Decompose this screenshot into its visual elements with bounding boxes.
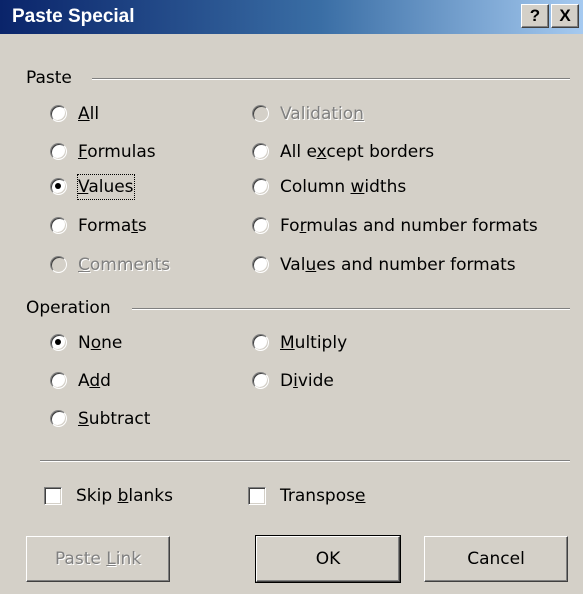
paste-values-radio[interactable]: [50, 178, 67, 195]
paste-column-widths-label: Column widths: [280, 177, 407, 197]
paste-formulas-number-formats-radio[interactable]: [252, 217, 269, 234]
paste-values-number-formats-label: Values and number formats: [280, 255, 516, 275]
paste-formats-radio[interactable]: [50, 217, 67, 234]
operation-group-label: Operation: [26, 298, 117, 318]
separator-line: [40, 460, 570, 462]
operation-none-radio[interactable]: [50, 334, 67, 351]
paste-formats-label: Formats: [78, 216, 147, 236]
paste-formulas-radio[interactable]: [50, 143, 67, 160]
operation-multiply-label: Multiply: [280, 333, 348, 353]
paste-values-number-formats-radio[interactable]: [252, 256, 269, 273]
paste-comments-label: Comments: [78, 255, 171, 275]
paste-values-label: Values: [77, 174, 135, 200]
operation-add-radio[interactable]: [50, 372, 67, 389]
paste-special-dialog: Paste Special ? X Paste All Formulas Val…: [0, 0, 583, 594]
operation-group-line: [132, 308, 570, 310]
operation-multiply-radio[interactable]: [252, 334, 269, 351]
help-button[interactable]: ?: [521, 4, 549, 28]
paste-group-line: [92, 78, 570, 80]
operation-divide-radio[interactable]: [252, 372, 269, 389]
paste-all-radio[interactable]: [50, 105, 67, 122]
cancel-button[interactable]: Cancel: [424, 536, 568, 582]
paste-validation-label: Validation: [280, 104, 364, 124]
skip-blanks-label: Skip blanks: [76, 486, 173, 506]
paste-column-widths-radio[interactable]: [252, 178, 269, 195]
paste-all-except-borders-label: All except borders: [280, 142, 435, 162]
operation-subtract-label: Subtract: [78, 409, 151, 429]
paste-group-label: Paste: [26, 68, 78, 88]
operation-divide-label: Divide: [280, 371, 334, 391]
operation-subtract-radio[interactable]: [50, 410, 67, 427]
dialog-title: Paste Special: [12, 6, 135, 27]
transpose-checkbox[interactable]: [248, 487, 266, 505]
paste-all-except-borders-radio[interactable]: [252, 143, 269, 160]
skip-blanks-checkbox[interactable]: [44, 487, 62, 505]
paste-validation-radio[interactable]: [252, 105, 269, 122]
paste-link-button[interactable]: Paste Link: [26, 536, 170, 582]
transpose-label: Transpose: [280, 486, 366, 506]
paste-all-label: All: [78, 104, 100, 124]
paste-formulas-number-formats-label: Formulas and number formats: [280, 216, 538, 236]
close-button[interactable]: X: [551, 4, 579, 28]
paste-formulas-label: Formulas: [78, 142, 156, 162]
operation-add-label: Add: [78, 371, 111, 391]
paste-comments-radio[interactable]: [50, 256, 67, 273]
ok-button[interactable]: OK: [255, 535, 401, 583]
title-bar[interactable]: Paste Special ? X: [0, 0, 583, 34]
operation-none-label: None: [78, 333, 123, 353]
